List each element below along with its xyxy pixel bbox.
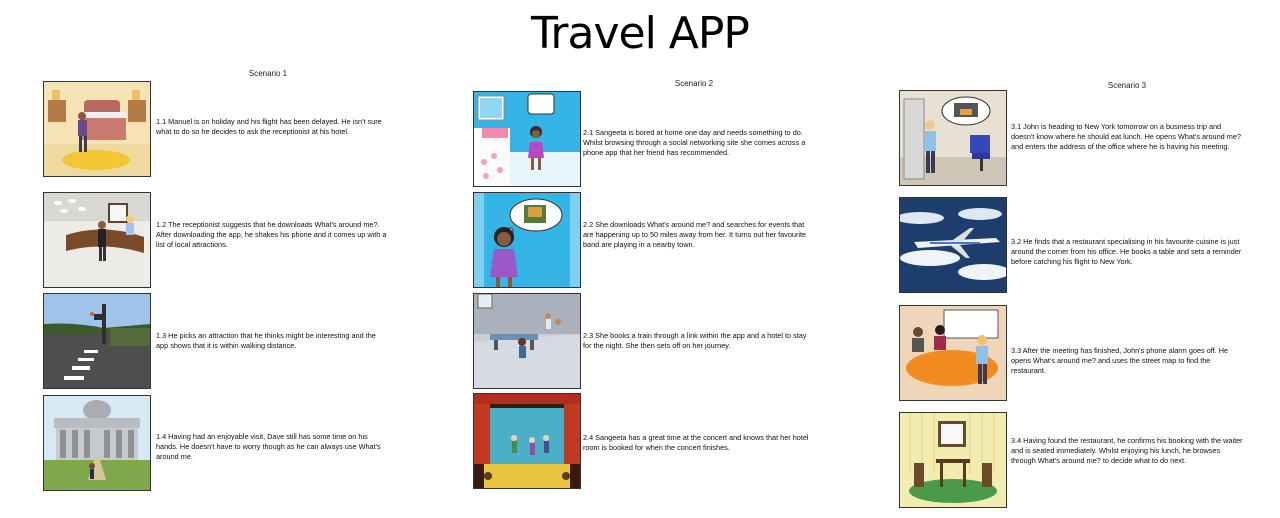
girl-thinking-illustration (473, 192, 581, 288)
scenario-2-title: Scenario 2 (674, 79, 714, 88)
airplane-illustration (899, 197, 1007, 293)
caption-1-3: 1.3 He picks an attraction that he think… (156, 331, 376, 350)
bedroom-illustration (473, 91, 581, 187)
caption-1-4: 1.4 Having had an enjoyable visit, Dave … (156, 432, 381, 461)
street-crossing-illustration (43, 293, 151, 389)
concert-stage-illustration (473, 393, 581, 489)
restaurant-illustration (899, 412, 1007, 508)
caption-3-3: 3.3 After the meeting has finished, John… (1011, 346, 1229, 375)
office-illustration (899, 90, 1007, 186)
caption-2-3: 2.3 She books a train through a link wit… (583, 331, 807, 350)
caption-1-2: 1.2 The receptionist suggests that he do… (156, 220, 387, 249)
page-title: Travel APP (531, 8, 750, 59)
hotel-room-illustration (43, 81, 151, 177)
caption-2-1: 2.1 Sangeeta is bored at home one day an… (583, 128, 806, 157)
train-station-illustration (473, 293, 581, 389)
caption-2-4: 2.4 Sangeeta has a great time at the con… (583, 433, 809, 452)
caption-3-2: 3.2 He finds that a restaurant specialis… (1011, 237, 1242, 266)
museum-illustration (43, 395, 151, 491)
caption-3-1: 3.1 John is heading to New York tomorrow… (1011, 122, 1241, 151)
caption-3-4: 3.4 Having found the restaurant, he conf… (1011, 436, 1243, 465)
scenario-3-title: Scenario 3 (1107, 81, 1147, 90)
hotel-reception-illustration (43, 192, 151, 288)
meeting-room-illustration (899, 305, 1007, 401)
caption-1-1: 1.1 Manuel is on holiday and his flight … (156, 117, 382, 136)
scenario-1-title: Scenario 1 (248, 69, 288, 78)
caption-2-2: 2.2 She downloads What's around me? and … (583, 220, 807, 249)
